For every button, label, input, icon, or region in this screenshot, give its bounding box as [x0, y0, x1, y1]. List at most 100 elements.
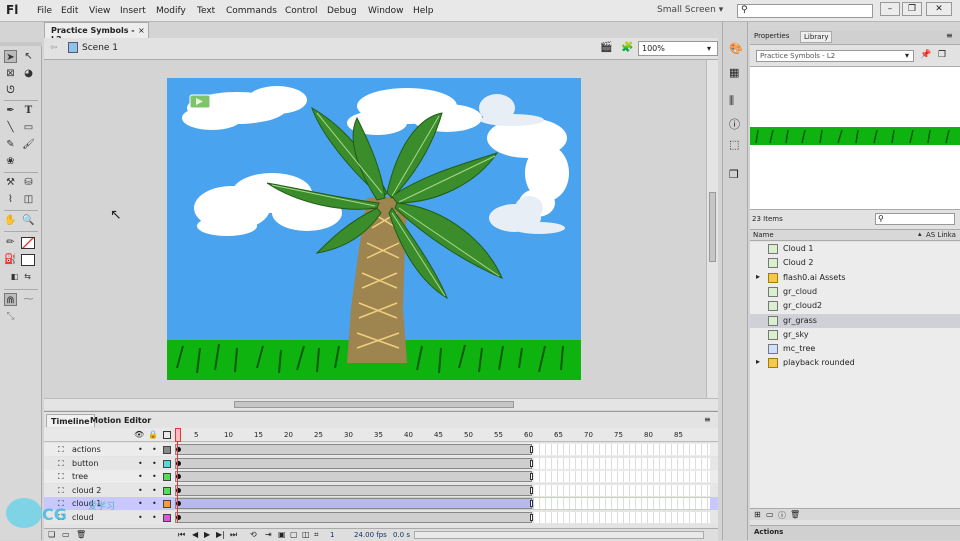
layer-toggle-dot[interactable]: • — [138, 486, 143, 495]
menu-commands[interactable]: Commands — [226, 6, 277, 16]
library-item[interactable]: Cloud 1 — [750, 242, 960, 256]
layer-outline-color[interactable] — [163, 446, 171, 454]
eyedropper-tool-icon[interactable]: ⌇ — [4, 193, 17, 206]
menu-insert[interactable]: Insert — [120, 6, 146, 16]
subselection-tool-icon[interactable]: ↖ — [22, 50, 35, 63]
new-layer-icon[interactable]: ❏ — [48, 530, 55, 539]
empty-frames[interactable] — [534, 444, 710, 455]
step-forward-icon[interactable]: ▶| — [216, 530, 225, 539]
expand-arrow-icon[interactable]: ▸ — [756, 272, 760, 281]
empty-frames[interactable] — [534, 484, 710, 496]
rectangle-tool-icon[interactable]: ▭ — [22, 121, 35, 134]
layer-outline-color[interactable] — [163, 459, 171, 468]
playhead-handle[interactable] — [175, 428, 181, 442]
step-back-icon[interactable]: ◀ — [192, 530, 198, 539]
end-frame-marker[interactable] — [530, 446, 533, 453]
empty-frames[interactable] — [534, 511, 710, 523]
swap-colors-icon[interactable]: ⇆ — [21, 270, 34, 283]
timeline-hscroll[interactable] — [414, 531, 704, 539]
deco-tool-icon[interactable]: ❀ — [4, 155, 17, 168]
frame-span[interactable] — [175, 498, 532, 509]
vertical-scrollbar[interactable] — [706, 60, 718, 398]
layer-name[interactable]: cloud — [72, 513, 94, 522]
zoom-tool-icon[interactable]: 🔍 — [22, 214, 35, 227]
info-panel-icon[interactable]: ⓘ — [729, 116, 740, 132]
horizontal-scrollbar[interactable] — [44, 398, 718, 410]
properties-icon[interactable]: ⓘ — [778, 510, 786, 521]
straighten-icon[interactable]: ⤡ — [4, 310, 17, 323]
brush-tool-icon[interactable]: 🖌 — [22, 138, 35, 151]
library-item[interactable]: gr_cloud2 — [750, 299, 960, 313]
layer-toggle-dot[interactable]: • — [138, 445, 143, 454]
frame-span[interactable] — [175, 484, 532, 496]
menu-edit[interactable]: Edit — [61, 6, 78, 16]
new-folder-icon[interactable]: ▭ — [766, 510, 774, 519]
library-item[interactable]: mc_tree — [750, 342, 960, 356]
empty-frames[interactable] — [534, 457, 710, 469]
frame-span[interactable] — [175, 457, 532, 469]
delete-icon[interactable]: 🗑 — [790, 510, 800, 519]
last-frame-icon[interactable]: ⏭ — [230, 530, 237, 540]
outline-icon[interactable] — [163, 431, 171, 439]
new-folder-icon[interactable]: ▭ — [62, 530, 70, 539]
workspace-switcher[interactable]: Small Screen ▾ — [657, 5, 723, 15]
current-frame[interactable]: 1 — [330, 531, 334, 539]
pin-icon[interactable]: 📌 — [920, 50, 931, 60]
column-name[interactable]: Name — [753, 231, 774, 239]
library-item[interactable]: Cloud 2 — [750, 256, 960, 270]
layer-outline-color[interactable] — [163, 500, 171, 508]
end-frame-marker[interactable] — [530, 513, 533, 521]
column-linkage[interactable]: AS Linka — [926, 231, 956, 239]
layer-row[interactable]: ⛶ actions • • — [44, 443, 718, 456]
center-frame-icon[interactable]: ⇥ — [265, 530, 272, 539]
library-item[interactable]: gr_grass — [750, 313, 960, 328]
loop-icon[interactable]: ⟲ — [250, 530, 257, 539]
library-item[interactable]: ▸ flash0.ai Assets — [750, 271, 960, 285]
menu-help[interactable]: Help — [413, 6, 434, 16]
menu-debug[interactable]: Debug — [327, 6, 357, 16]
menu-text[interactable]: Text — [197, 6, 215, 16]
onion-outline-icon[interactable]: ▢ — [290, 530, 298, 539]
selection-tool-icon[interactable]: ➤ — [4, 50, 17, 63]
layer-toggle-dot[interactable]: • — [152, 459, 157, 468]
layer-name[interactable]: button — [72, 459, 98, 468]
fill-color-icon[interactable]: ⛽ — [4, 253, 17, 266]
end-frame-marker[interactable] — [530, 500, 533, 507]
layer-outline-color[interactable] — [163, 473, 171, 481]
stroke-color-swatch[interactable] — [21, 237, 35, 249]
layer-row[interactable]: ⛶ cloud 1 • • — [44, 497, 718, 510]
layer-toggle-dot[interactable]: • — [152, 445, 157, 454]
eye-icon[interactable]: 👁 — [134, 430, 144, 439]
layer-row[interactable]: ⛶ cloud 2 • • — [44, 483, 718, 497]
eraser-tool-icon[interactable]: ◫ — [22, 193, 35, 206]
frame-span[interactable] — [175, 471, 532, 482]
end-frame-marker[interactable] — [530, 486, 533, 494]
lock-icon[interactable]: 🔒 — [148, 430, 158, 439]
document-tab[interactable]: Practice Symbols - L2 × — [44, 22, 149, 44]
bone-tool-icon[interactable]: ⚒ — [4, 176, 17, 189]
close-button[interactable]: ✕ — [926, 2, 952, 16]
layer-name[interactable]: tree — [72, 472, 88, 481]
layer-outline-color[interactable] — [163, 513, 171, 522]
components-panel-icon[interactable]: ❒ — [729, 168, 739, 181]
align-panel-icon[interactable]: ⫼ — [729, 94, 734, 108]
transform-panel-icon[interactable]: ⬚ — [729, 138, 739, 151]
tab-close-icon[interactable]: × — [138, 26, 145, 35]
color-panel-icon[interactable]: 🎨 — [729, 42, 743, 55]
layer-toggle-dot[interactable]: • — [152, 499, 157, 508]
pencil-tool-icon[interactable]: ✎ — [4, 138, 17, 151]
menu-control[interactable]: Control — [285, 6, 318, 16]
delete-layer-icon[interactable]: 🗑 — [76, 530, 86, 539]
new-library-panel-icon[interactable]: ❐ — [938, 50, 946, 60]
layer-toggle-dot[interactable]: • — [152, 486, 157, 495]
end-frame-marker[interactable] — [530, 473, 533, 480]
layer-row[interactable]: ⛶ button • • — [44, 456, 718, 470]
onion-skin-icon[interactable]: ▣ — [278, 530, 286, 539]
paint-bucket-tool-icon[interactable]: ⛁ — [22, 176, 35, 189]
library-item[interactable]: ▸ playback rounded — [750, 356, 960, 370]
menu-window[interactable]: Window — [368, 6, 404, 16]
layer-toggle-dot[interactable]: • — [152, 513, 157, 522]
back-arrow-icon[interactable]: ⇦ — [50, 43, 58, 53]
menu-file[interactable]: File — [37, 6, 52, 16]
panel-menu-icon[interactable]: ≡ — [704, 415, 711, 424]
